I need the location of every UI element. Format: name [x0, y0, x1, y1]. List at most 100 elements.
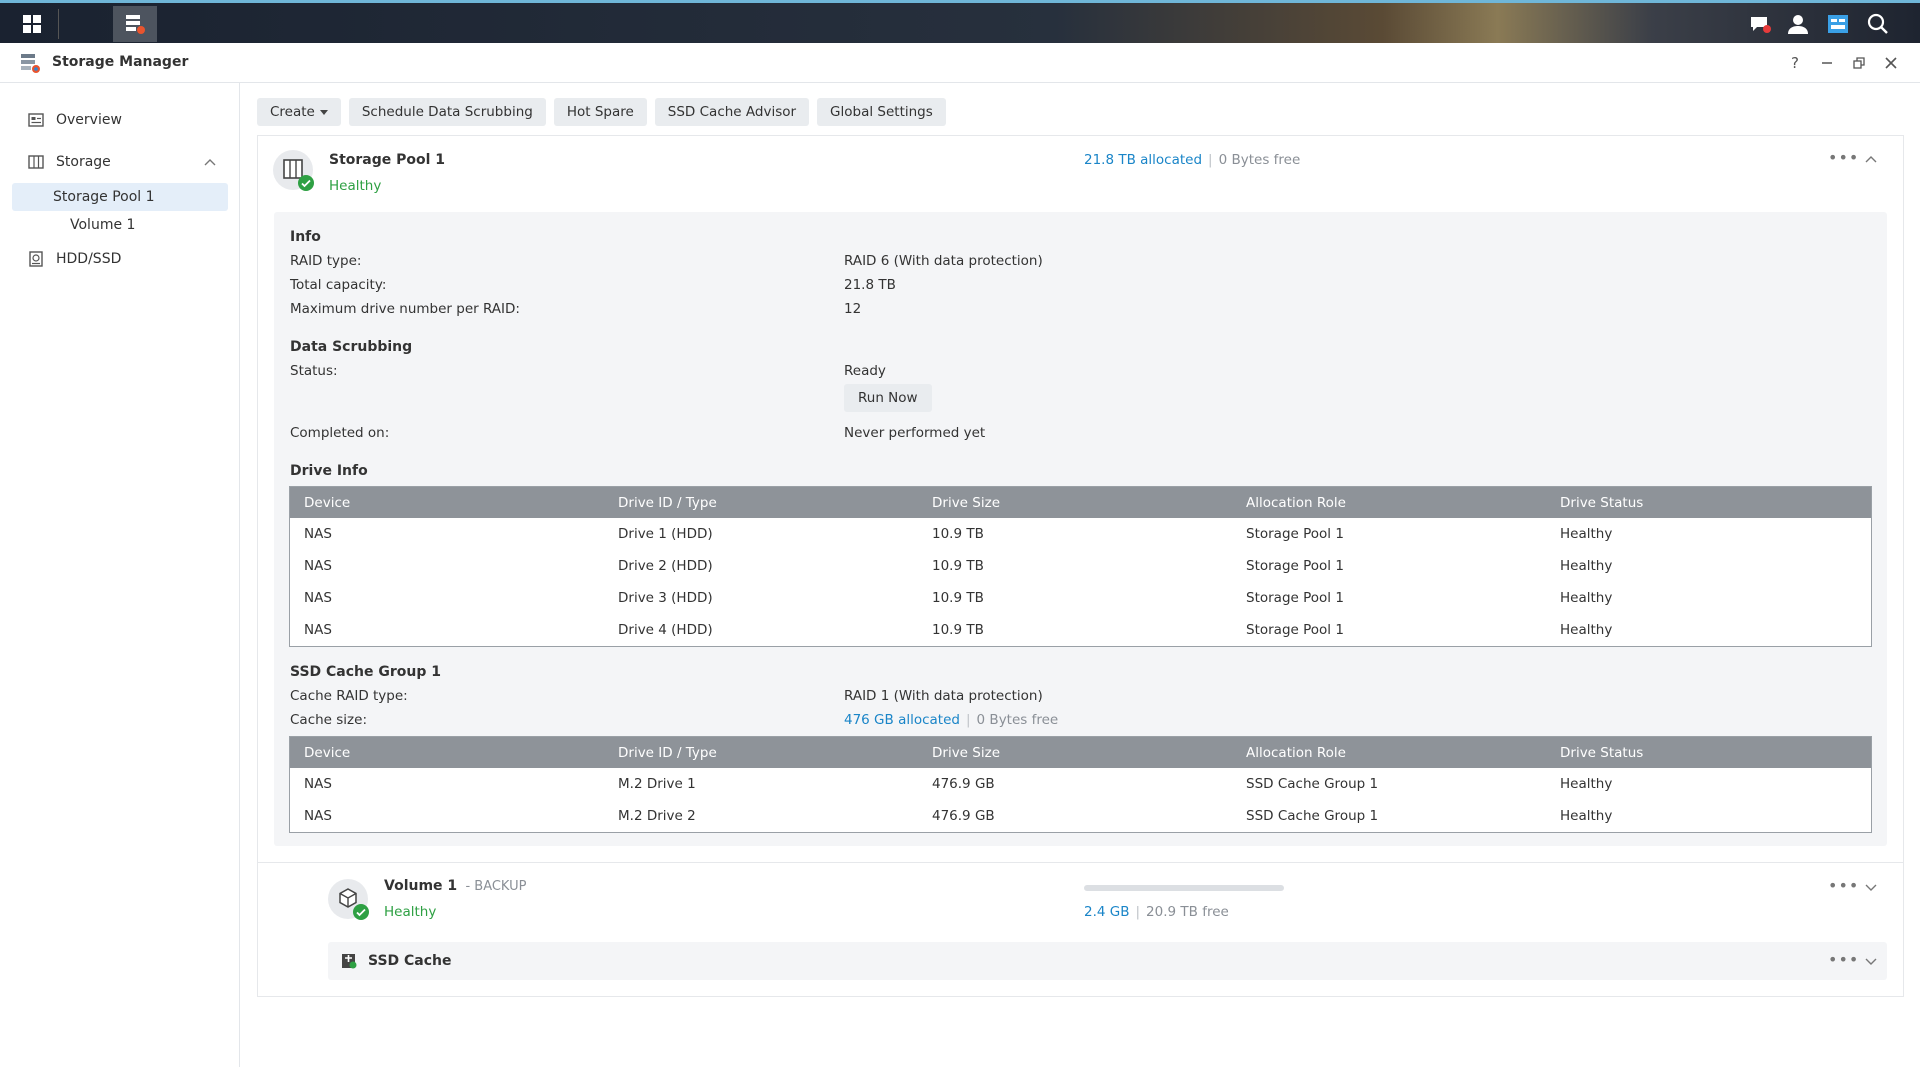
- widgets-button[interactable]: [1816, 6, 1860, 42]
- cell-device: NAS: [304, 590, 332, 606]
- storage-pool-card: Storage Pool 1 Healthy 21.8 TB allocated…: [257, 135, 1904, 997]
- total-capacity-value: 21.8 TB: [844, 277, 896, 293]
- pool-more-icon[interactable]: •••: [1828, 148, 1859, 167]
- column-header[interactable]: Allocation Role: [1232, 736, 1546, 768]
- healthy-check-icon: [353, 904, 369, 920]
- create-button[interactable]: Create: [257, 98, 341, 126]
- ssd-cache-icon: [342, 954, 357, 969]
- cell-drive-size: 10.9 TB: [932, 558, 984, 574]
- chevron-up-icon[interactable]: [204, 158, 216, 166]
- cache-size-label: Cache size:: [290, 712, 367, 728]
- table-row[interactable]: NAS M.2 Drive 2 476.9 GB SSD Cache Group…: [290, 800, 1872, 833]
- expand-chevron-icon[interactable]: [1865, 958, 1877, 966]
- cell-drive-size: 10.9 TB: [932, 590, 984, 606]
- volume-usage-bar: [1084, 885, 1284, 891]
- table-row[interactable]: NAS Drive 4 (HDD) 10.9 TB Storage Pool 1…: [290, 614, 1872, 647]
- ssd-cache-group-title: SSD Cache Group 1: [290, 664, 442, 680]
- main-menu-button[interactable]: [10, 6, 54, 42]
- table-row[interactable]: NAS Drive 1 (HDD) 10.9 TB Storage Pool 1…: [290, 518, 1872, 550]
- cell-drive-id: Drive 4 (HDD): [618, 622, 713, 638]
- volume-used: 2.4 GB: [1084, 904, 1130, 920]
- column-header[interactable]: Drive ID / Type: [604, 486, 918, 518]
- cell-drive-size: 476.9 GB: [932, 808, 995, 824]
- storage-manager-icon: [126, 15, 145, 34]
- cell-drive-size: 10.9 TB: [932, 526, 984, 542]
- user-button[interactable]: [1776, 6, 1820, 42]
- completed-on-value: Never performed yet: [844, 425, 986, 441]
- volume-more-icon[interactable]: •••: [1828, 876, 1859, 895]
- scrubbing-status-label: Status:: [290, 363, 338, 379]
- cell-drive-id: Drive 1 (HDD): [618, 526, 713, 542]
- scrubbing-status-value: Ready: [844, 363, 886, 379]
- table-row[interactable]: NAS M.2 Drive 1 476.9 GB SSD Cache Group…: [290, 768, 1872, 800]
- hot-spare-button[interactable]: Hot Spare: [553, 98, 647, 126]
- storage-icon: [26, 152, 46, 172]
- sidebar-item-hdd-ssd[interactable]: HDD/SSD: [12, 245, 228, 273]
- column-header[interactable]: Drive ID / Type: [604, 736, 918, 768]
- user-icon: [1788, 15, 1808, 34]
- cell-allocation-role: Storage Pool 1: [1246, 526, 1344, 542]
- column-header[interactable]: Drive Status: [1546, 736, 1872, 768]
- pool-avatar: [273, 150, 314, 191]
- cell-drive-size: 10.9 TB: [932, 622, 984, 638]
- collapse-chevron-icon[interactable]: [1865, 155, 1877, 163]
- sidebar-item-overview[interactable]: Overview: [12, 106, 228, 134]
- sidebar-item-storage[interactable]: Storage: [12, 148, 228, 176]
- sidebar-item-storage-pool-1[interactable]: Storage Pool 1: [12, 183, 228, 211]
- taskbar: [0, 0, 1920, 43]
- close-icon: [1885, 57, 1897, 69]
- sidebar-item-label: Storage Pool 1: [53, 189, 155, 205]
- column-header[interactable]: Drive Status: [1546, 486, 1872, 518]
- column-header[interactable]: Device: [289, 736, 604, 768]
- cell-drive-status: Healthy: [1560, 526, 1613, 542]
- sidebar-item-label: HDD/SSD: [56, 251, 122, 267]
- schedule-data-scrubbing-button[interactable]: Schedule Data Scrubbing: [348, 98, 546, 126]
- cell-drive-status: Healthy: [1560, 776, 1613, 792]
- global-settings-button[interactable]: Global Settings: [817, 98, 946, 126]
- cell-device: NAS: [304, 558, 332, 574]
- search-icon: [1867, 13, 1888, 34]
- column-header[interactable]: Drive Size: [918, 486, 1232, 518]
- column-header[interactable]: Device: [289, 486, 604, 518]
- cell-drive-status: Healthy: [1560, 590, 1613, 606]
- close-button[interactable]: [1881, 53, 1901, 73]
- widgets-icon: [1828, 15, 1848, 33]
- sidebar-item-volume-1[interactable]: Volume 1: [70, 211, 228, 239]
- help-button[interactable]: ?: [1785, 53, 1805, 73]
- chat-notification-icon: [1751, 17, 1771, 33]
- run-now-button[interactable]: Run Now: [844, 384, 932, 412]
- volume-avatar: [328, 879, 369, 920]
- volume-capacity: 2.4 GB | 20.9 TB free: [1084, 904, 1229, 920]
- window-title: Storage Manager: [52, 54, 189, 70]
- sidebar-item-label: Volume 1: [70, 217, 136, 233]
- search-button[interactable]: [1856, 6, 1900, 42]
- raid-type-value: RAID 6 (With data protection): [844, 253, 1043, 269]
- cell-device: NAS: [304, 808, 332, 824]
- ssd-cache-more-icon[interactable]: •••: [1828, 950, 1859, 969]
- column-header[interactable]: Allocation Role: [1232, 486, 1546, 518]
- ssd-cache-row[interactable]: SSD Cache •••: [328, 942, 1887, 980]
- sidebar-item-label: Overview: [56, 112, 122, 128]
- hdd-icon: [26, 249, 46, 269]
- minimize-button[interactable]: [1817, 53, 1837, 73]
- pool-details-panel: Info RAID type: RAID 6 (With data protec…: [274, 212, 1887, 846]
- cell-allocation-role: SSD Cache Group 1: [1246, 808, 1379, 824]
- table-row[interactable]: NAS Drive 2 (HDD) 10.9 TB Storage Pool 1…: [290, 550, 1872, 582]
- table-row[interactable]: NAS Drive 3 (HDD) 10.9 TB Storage Pool 1…: [290, 582, 1872, 614]
- taskbar-storage-manager[interactable]: [113, 6, 157, 42]
- help-icon: ?: [1791, 54, 1799, 72]
- pool-allocated: 21.8 TB allocated: [1084, 152, 1203, 168]
- pool-capacity: 21.8 TB allocated | 0 Bytes free: [1084, 152, 1301, 168]
- column-header[interactable]: Drive Size: [918, 736, 1232, 768]
- cell-drive-id: M.2 Drive 2: [618, 808, 696, 824]
- apps-grid-icon: [23, 15, 41, 33]
- pool-name: Storage Pool 1: [329, 152, 446, 168]
- ssd-cache-advisor-button[interactable]: SSD Cache Advisor: [654, 98, 810, 126]
- app-icon: [21, 54, 40, 73]
- taskbar-divider: [58, 9, 59, 39]
- completed-on-label: Completed on:: [290, 425, 390, 441]
- restore-button[interactable]: [1849, 53, 1869, 73]
- expand-chevron-icon[interactable]: [1865, 884, 1877, 892]
- pool-free: 0 Bytes free: [1218, 152, 1301, 168]
- cell-drive-id: Drive 2 (HDD): [618, 558, 713, 574]
